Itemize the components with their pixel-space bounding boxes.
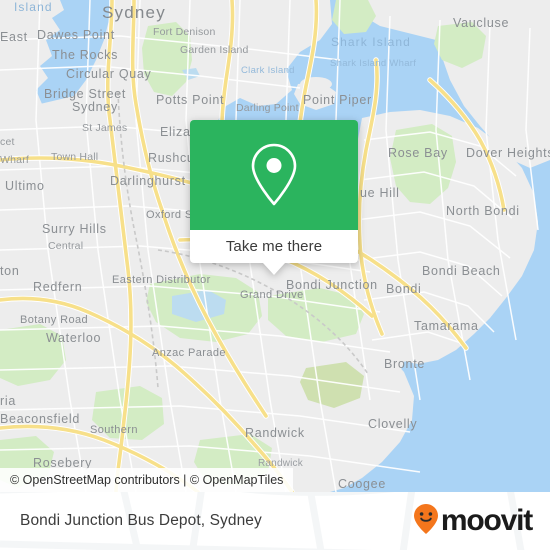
map-canvas[interactable]: Sydney Island Fort Denison Vaucluse East Dawe… <box>0 0 550 492</box>
popup-image-area <box>190 120 358 230</box>
take-me-there-label: Take me there <box>225 238 323 255</box>
page-title: Bondi Junction Bus Depot, Sydney <box>20 512 262 529</box>
popup-pointer <box>263 263 285 275</box>
map-pin-icon <box>248 142 300 208</box>
moovit-map-screenshot: Sydney Island Fort Denison Vaucluse East Dawe… <box>0 0 550 550</box>
attribution-text: © OpenStreetMap contributors | © OpenMap… <box>10 473 284 487</box>
bottom-bar: Bondi Junction Bus Depot, Sydney moovit <box>0 492 550 550</box>
take-me-there-popup[interactable]: Take me there <box>190 120 358 275</box>
moovit-logo[interactable]: moovit <box>413 503 533 540</box>
moovit-pin-icon <box>413 503 439 540</box>
take-me-there-button[interactable]: Take me there <box>190 230 358 263</box>
map-attribution: © OpenStreetMap contributors | © OpenMap… <box>0 468 294 492</box>
moovit-wordmark: moovit <box>440 504 533 537</box>
